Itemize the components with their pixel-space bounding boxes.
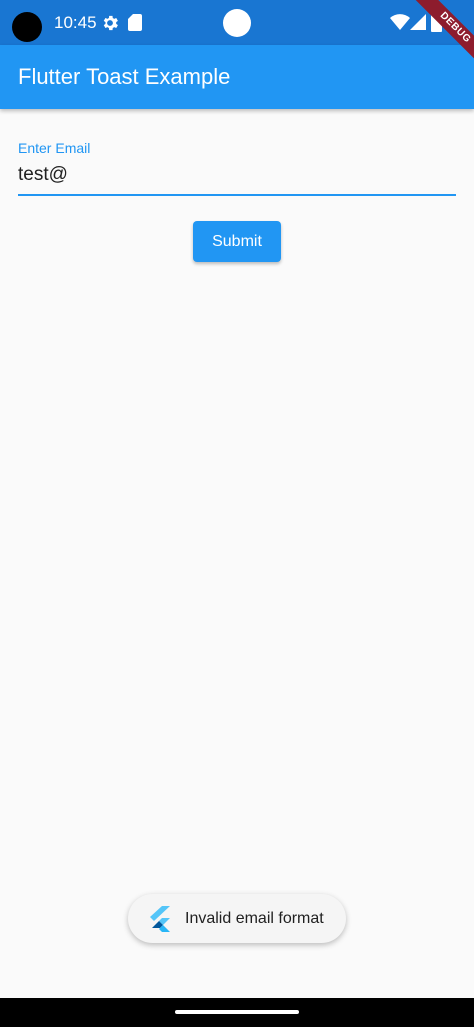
- gear-icon: [103, 15, 118, 31]
- submit-button[interactable]: Submit: [193, 221, 281, 262]
- navigation-bar: [0, 998, 474, 1027]
- email-input[interactable]: [18, 160, 456, 190]
- sd-card-icon: [128, 14, 142, 31]
- battery-icon: [431, 12, 442, 32]
- status-time: 10:45: [54, 13, 97, 32]
- email-field-label: Enter Email: [18, 140, 91, 156]
- signal-icon: [410, 14, 426, 30]
- wifi-icon: [390, 14, 410, 30]
- toast: Invalid email format: [128, 894, 346, 943]
- email-field[interactable]: Enter Email: [18, 138, 456, 196]
- flutter-logo-icon: [150, 906, 170, 932]
- page-title: Flutter Toast Example: [18, 64, 231, 89]
- home-handle[interactable]: [175, 1010, 299, 1014]
- app-bar: Flutter Toast Example: [0, 45, 474, 109]
- email-field-underline: [18, 194, 456, 196]
- toast-message: Invalid email format: [185, 910, 324, 927]
- status-bar: 10:45: [0, 0, 474, 45]
- camera-cutout: [12, 12, 42, 42]
- camera-indicator: [223, 9, 251, 37]
